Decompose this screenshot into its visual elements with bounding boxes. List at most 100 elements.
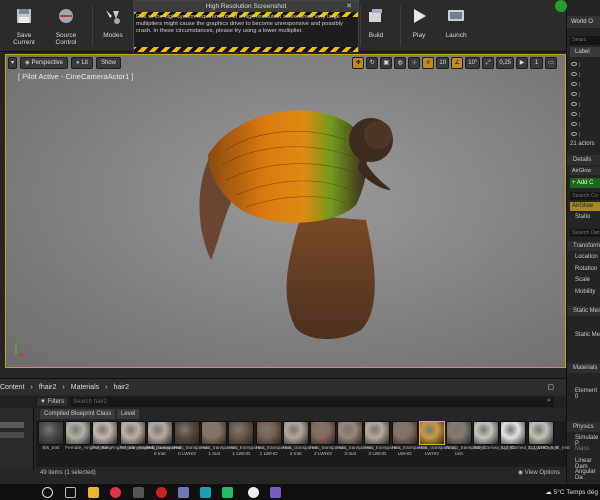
material-thumbnail [282, 421, 309, 445]
filters-button[interactable]: ▼ Filters [36, 397, 68, 407]
app-icon[interactable] [178, 487, 189, 498]
scale-snap-value[interactable]: 0,25 [496, 57, 514, 69]
visibility-icon[interactable] [571, 62, 577, 66]
asset-tile[interactable]: Hair_transparenc 0 Inst [146, 421, 184, 467]
physics-section[interactable]: Physics [567, 422, 600, 432]
static-mesh-section[interactable]: Static Mes [567, 306, 600, 316]
asset-tile[interactable]: Female_Angled_transparenc [92, 421, 154, 467]
outliner-row[interactable] [579, 132, 599, 137]
transform-section[interactable]: Transform [567, 241, 600, 251]
filter-chip-level[interactable]: Level [117, 409, 140, 419]
breadcrumb-materials[interactable]: Materials [71, 384, 99, 391]
visibility-icon[interactable] [571, 112, 577, 116]
outliner-row[interactable] [579, 92, 599, 97]
visibility-icon[interactable] [571, 82, 577, 86]
outliner-row[interactable] [579, 62, 599, 67]
build-button[interactable]: Build [362, 4, 390, 39]
folder-item[interactable] [0, 432, 24, 438]
world-outliner-tab[interactable]: World O [567, 16, 600, 28]
asset-tile[interactable]: Hair_transparenc 3 LWHO [364, 421, 401, 467]
component-search-input[interactable]: Search Co [570, 192, 600, 200]
build-label: Build [368, 32, 384, 39]
visibility-icon[interactable] [571, 72, 577, 76]
close-icon[interactable]: ✕ [344, 1, 354, 12]
app-icon[interactable] [270, 487, 281, 498]
asset-tile[interactable]: Hair_transparenc 1 LWHO [255, 421, 292, 467]
lock-icon[interactable]: ▢ [547, 383, 554, 391]
asset-tile[interactable]: Hair_transparenc 2 LWHO [310, 421, 347, 467]
unreal-engine-icon[interactable] [248, 487, 259, 498]
world-icon[interactable]: ◍ [394, 57, 407, 69]
asset-search-input[interactable]: Search hair2 [70, 397, 554, 407]
asset-tile[interactable]: Std_Cornea_R_Inst [527, 421, 570, 467]
perspective-button[interactable]: ◈ Perspective [20, 57, 68, 69]
play-button[interactable]: Play [404, 4, 434, 39]
visibility-icon[interactable] [571, 102, 577, 106]
surface-snap-icon[interactable]: ⊹ [408, 57, 421, 69]
visibility-icon[interactable] [571, 122, 577, 126]
asset-tile[interactable]: Std_Cornea_L_Inst [473, 421, 515, 467]
search-icon[interactable] [42, 487, 53, 498]
source-control-button[interactable]: Source Control [46, 4, 86, 46]
asset-tile[interactable]: Hair_transparenc 1 Inst [201, 421, 238, 467]
grid-snap-value[interactable]: 10 [436, 57, 450, 69]
task-view-icon[interactable] [65, 487, 76, 498]
asset-tile[interactable]: Std_Cornea_L_LWHO_Inst [500, 421, 558, 467]
modes-button[interactable]: Modes [98, 4, 128, 39]
asset-tile[interactable]: Hair_transparenc LWHO [391, 421, 428, 467]
outliner-row[interactable] [579, 112, 599, 117]
camera-speed-icon[interactable]: ▶ [516, 57, 528, 69]
materials-section[interactable]: Materials [567, 363, 600, 373]
outliner-column-label[interactable]: Label [570, 47, 600, 57]
asset-tile[interactable]: Hair_transparenc 3 Inst [337, 421, 374, 467]
details-search-input[interactable]: Search Det [570, 229, 600, 237]
app-icon[interactable] [133, 487, 144, 498]
outliner-row[interactable] [579, 102, 599, 107]
asset-tile[interactable]: Scalp_transparenc Inst [446, 421, 486, 467]
camera-speed-value[interactable]: 1 [530, 57, 543, 69]
asset-tile[interactable]: Hair_transparenc 0 LWHO [174, 421, 211, 467]
breadcrumb-content[interactable]: Content [0, 384, 25, 391]
viewport-menu-button[interactable]: ▾ [8, 57, 18, 69]
asset-tile[interactable]: Female_Angled_transparenc [119, 421, 181, 467]
asset-tile[interactable]: Hair_transparenc 1 LWHO [228, 421, 265, 467]
add-component-button[interactable]: + Add C [570, 178, 600, 188]
show-button[interactable]: Show [95, 57, 121, 69]
visibility-icon[interactable] [571, 132, 577, 136]
static-component[interactable]: Statio [575, 214, 590, 220]
maximize-icon[interactable]: ▭ [545, 57, 557, 69]
scale-snap-icon[interactable]: ⤢ [482, 57, 495, 69]
save-button[interactable]: Save Current [6, 4, 42, 46]
asset-tile[interactable]: Hair_transparenc 2 Inst [282, 421, 320, 467]
translate-icon[interactable]: ✥ [352, 57, 365, 69]
component-item[interactable]: AirGlow [570, 202, 600, 211]
lit-button[interactable]: ● Lit [71, 57, 93, 69]
rotate-icon[interactable]: ↻ [366, 57, 379, 69]
outliner-row[interactable] [579, 82, 599, 87]
app-icon[interactable] [222, 487, 233, 498]
outliner-row[interactable] [579, 122, 599, 127]
chrome-icon[interactable] [110, 487, 121, 498]
rotation-snap-icon[interactable]: ∠ [451, 57, 464, 69]
asset-tile[interactable]: Bis_Inst [38, 421, 64, 467]
app-icon[interactable] [200, 487, 211, 498]
breadcrumb-fhair2[interactable]: fhair2 [39, 384, 57, 391]
grid-snap-icon[interactable]: # [422, 57, 435, 69]
outliner-row[interactable] [579, 72, 599, 77]
level-viewport[interactable]: ▾ ◈ Perspective ● Lit Show ✥ ↻ ▣ ◍ ⊹ # 1… [5, 54, 566, 368]
breadcrumb-hair2[interactable]: hair2 [113, 384, 129, 391]
outliner-search-input[interactable]: Searc [570, 36, 600, 45]
launch-button[interactable]: Launch [440, 4, 472, 39]
folder-item[interactable] [0, 422, 24, 428]
file-explorer-icon[interactable] [88, 487, 99, 498]
view-options-button[interactable]: ◉ View Options [518, 468, 560, 478]
asset-tile[interactable]: Female_Angled_Base [65, 421, 112, 467]
visibility-icon[interactable] [571, 92, 577, 96]
asset-tile[interactable]: Hair_transparenc LWHO [418, 421, 456, 467]
selected-actor-name[interactable]: AirGlow [570, 167, 600, 175]
scale-icon[interactable]: ▣ [380, 57, 393, 69]
details-tab[interactable]: Details [567, 155, 600, 165]
filter-chip-blueprint[interactable]: Compiled Blueprint Class [40, 409, 116, 419]
rotation-snap-value[interactable]: 10° [465, 57, 481, 69]
opera-icon[interactable] [156, 487, 167, 498]
